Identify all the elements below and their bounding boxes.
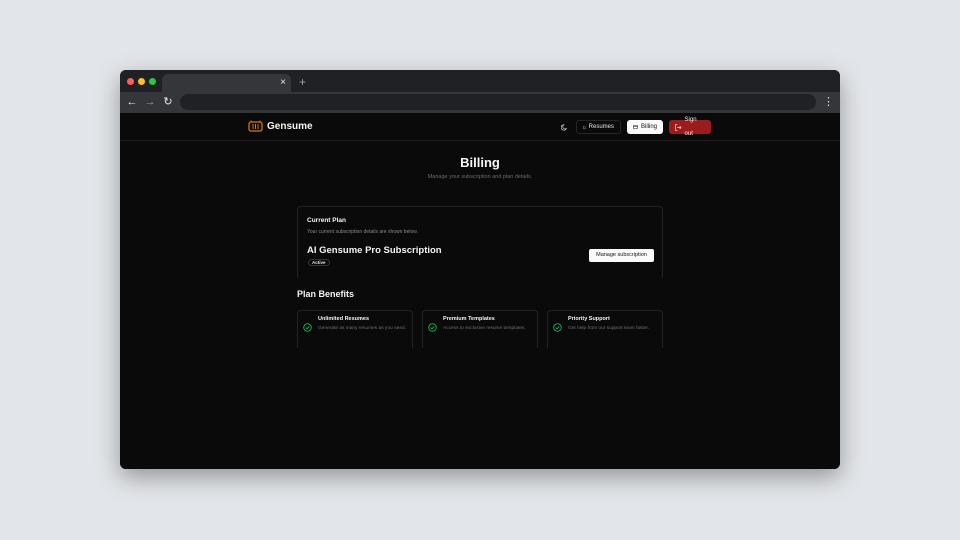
close-window-button[interactable] xyxy=(127,78,134,85)
benefit-title: Premium Templates xyxy=(443,316,495,322)
file-icon xyxy=(583,125,586,129)
brand[interactable]: Gensume xyxy=(248,120,313,133)
status-badge: Active xyxy=(308,259,330,266)
moon-icon xyxy=(560,123,567,130)
credit-card-icon xyxy=(633,124,638,130)
page-title: Billing xyxy=(460,155,500,170)
benefit-description: Get help from our support team faster. xyxy=(568,326,650,331)
nav-resumes-button[interactable]: Resumes xyxy=(576,120,621,134)
benefit-title: Priority Support xyxy=(568,316,610,322)
brand-logo-icon xyxy=(248,120,263,132)
back-icon[interactable]: ← xyxy=(124,94,140,110)
forward-icon[interactable]: → xyxy=(142,94,158,110)
sign-out-label: Sign out xyxy=(684,117,697,137)
browser-menu-icon[interactable]: ⋮ xyxy=(823,94,834,110)
benefit-description: Generate as many resumes as you need. xyxy=(318,326,406,331)
current-plan-card: Current Plan Your current subscription d… xyxy=(297,206,663,278)
minimize-window-button[interactable] xyxy=(138,78,145,85)
benefit-card: Premium Templates Access to exclusive re… xyxy=(422,310,538,348)
current-plan-label: Current Plan xyxy=(307,217,347,224)
benefit-description: Access to exclusive resume templates. xyxy=(443,326,526,331)
check-circle-icon xyxy=(428,323,437,332)
log-out-icon xyxy=(675,123,682,131)
theme-toggle-button[interactable] xyxy=(557,120,571,134)
sign-out-button[interactable]: Sign out xyxy=(669,117,711,137)
check-circle-icon xyxy=(553,323,562,332)
browser-window: × + ← → ↻ ⋮ Gensume Resumes Billing Sign… xyxy=(120,70,840,469)
address-bar[interactable] xyxy=(180,94,816,110)
benefits-heading: Plan Benefits xyxy=(297,289,355,299)
benefit-title: Unlimited Resumes xyxy=(318,316,370,322)
browser-toolbar: ← → ↻ ⋮ xyxy=(120,92,840,113)
new-tab-button[interactable]: + xyxy=(299,75,306,89)
tab-strip: × + xyxy=(120,70,840,92)
plan-name: AI Gensume Pro Subscription xyxy=(307,245,442,256)
reload-icon[interactable]: ↻ xyxy=(160,94,176,110)
nav-billing-button[interactable]: Billing xyxy=(627,120,663,134)
benefit-card: Priority Support Get help from our suppo… xyxy=(547,310,663,348)
brand-name: Gensume xyxy=(267,121,313,132)
app-header: Gensume Resumes Billing Sign out xyxy=(120,113,840,141)
benefit-card: Unlimited Resumes Generate as many resum… xyxy=(297,310,413,348)
current-plan-description: Your current subscription details are sh… xyxy=(307,229,418,235)
page-subtitle: Manage your subscription and plan detail… xyxy=(427,174,533,180)
check-circle-icon xyxy=(303,323,312,332)
browser-tab[interactable]: × xyxy=(162,74,291,92)
nav-resumes-label: Resumes xyxy=(588,124,614,130)
tab-close-icon[interactable]: × xyxy=(280,76,286,90)
maximize-window-button[interactable] xyxy=(149,78,156,85)
manage-subscription-button[interactable]: Manage subscription xyxy=(589,249,654,262)
nav-billing-label: Billing xyxy=(640,124,657,130)
app-viewport: Gensume Resumes Billing Sign out Billing… xyxy=(120,113,840,469)
